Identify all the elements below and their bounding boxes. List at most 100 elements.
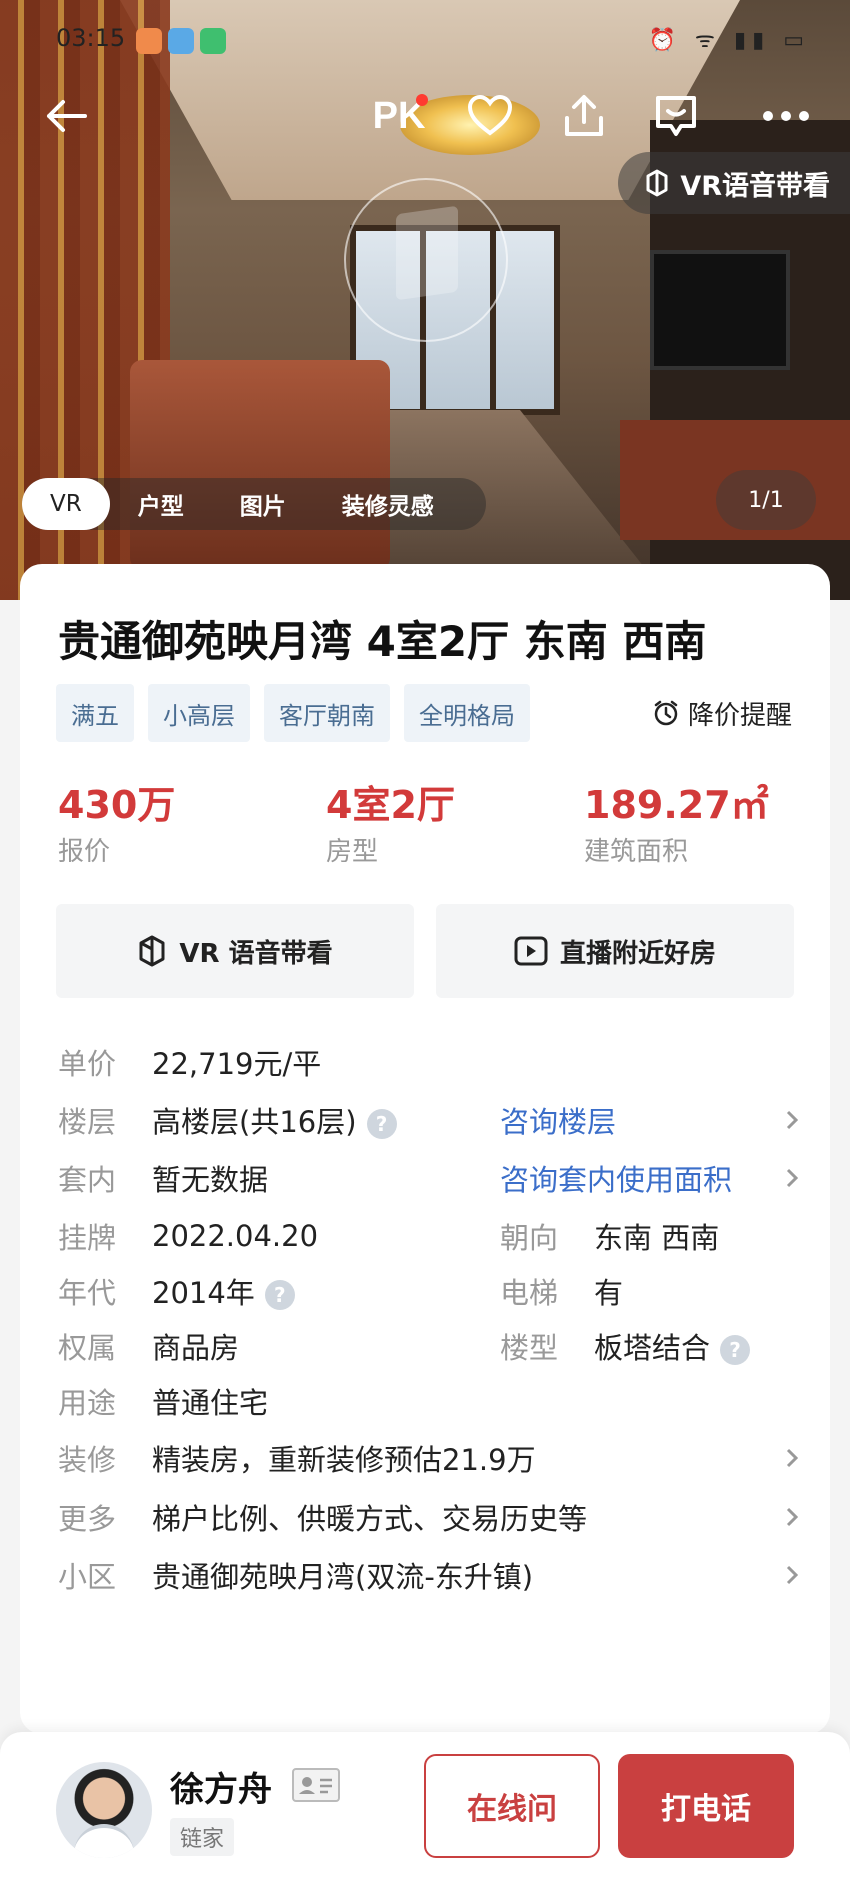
price-drop-alert-button[interactable]: 降价提醒 xyxy=(652,684,792,742)
detail-key: 电梯 xyxy=(500,1276,559,1310)
area-label: 建筑面积 xyxy=(584,837,689,867)
detail-value: 板塔结合? xyxy=(594,1325,751,1367)
detail-value: 梯户比例、供暖方式、交易历史等 xyxy=(152,1502,588,1536)
chevron-right-icon xyxy=(778,1561,806,1589)
detail-key: 装修 xyxy=(58,1443,117,1477)
tab-decoration-ideas[interactable]: 装修灵感 xyxy=(314,478,462,530)
heart-icon xyxy=(467,95,513,136)
detail-value: 有 xyxy=(594,1276,624,1310)
detail-key: 楼型 xyxy=(500,1331,559,1365)
tab-photos[interactable]: 图片 xyxy=(212,478,314,530)
share-icon xyxy=(565,95,603,136)
detail-more[interactable]: 更多 梯户比例、供暖方式、交易历史等 xyxy=(58,1489,818,1545)
chevron-right-icon xyxy=(778,1503,806,1531)
system-status-icons: ⏰ ᯤ ▮▮ ▭ xyxy=(648,28,810,53)
television xyxy=(650,250,790,370)
layout-value: 4室2厅 xyxy=(326,783,455,827)
key-stats: 430万 报价 4室2厅 房型 189.27㎡ 建筑面积 xyxy=(58,774,798,874)
detail-value: 2022.04.20 xyxy=(152,1219,319,1253)
detail-key: 套内 xyxy=(58,1163,117,1197)
vr-cube-icon xyxy=(396,205,458,301)
app-notification-icon xyxy=(136,28,162,54)
tag: 小高层 xyxy=(148,684,250,742)
pk-compare-button[interactable]: PK xyxy=(366,86,432,146)
detail-value: 贵通御苑映月湾(双流-东升镇) xyxy=(152,1560,534,1594)
detail-floor[interactable]: 楼层 高楼层(共16层)? 咨询楼层 xyxy=(58,1092,818,1148)
help-icon[interactable]: ? xyxy=(264,1280,295,1310)
agent-avatar[interactable] xyxy=(56,1762,152,1858)
detail-decoration[interactable]: 装修 精装房，重新装修预估21.9万 xyxy=(58,1430,818,1486)
favorite-button[interactable] xyxy=(462,86,518,146)
detail-value: 商品房 xyxy=(152,1331,240,1365)
vr-cube-icon xyxy=(139,935,165,967)
detail-key: 年代 xyxy=(58,1276,117,1310)
detail-key: 用途 xyxy=(58,1386,117,1420)
tag: 全明格局 xyxy=(404,684,530,742)
detail-value: 东南 西南 xyxy=(594,1221,720,1255)
app-notification-icon xyxy=(200,28,226,54)
chevron-right-icon xyxy=(778,1106,806,1134)
hero-vr-panorama[interactable]: 03:15 ⏰ ᯤ ▮▮ ▭ PK VR语音带看 VR 户型 图片 装修灵感 1… xyxy=(0,0,850,600)
app-notification-icon xyxy=(168,28,194,54)
detail-value: 22,719元/平 xyxy=(152,1047,322,1081)
floor-value: 高楼层(共16层) xyxy=(152,1105,357,1139)
price-label: 报价 xyxy=(58,837,111,867)
stat-price: 430万 报价 xyxy=(58,774,175,868)
chevron-right-icon xyxy=(778,1164,806,1192)
vr-cube-icon xyxy=(646,169,668,197)
detail-community[interactable]: 小区 贵通御苑映月湾(双流-东升镇) xyxy=(58,1547,818,1603)
help-icon[interactable]: ? xyxy=(366,1109,397,1139)
online-chat-button[interactable]: 在线问 xyxy=(424,1754,600,1858)
vr-tour-label: VR 语音带看 xyxy=(179,938,333,969)
vr-voice-guide-label: VR语音带看 xyxy=(680,170,830,202)
detail-listed: 挂牌 2022.04.20 朝向 东南 西南 xyxy=(58,1208,818,1264)
media-counter: 1/1 xyxy=(716,470,816,530)
tag: 满五 xyxy=(56,684,134,742)
action-buttons: VR 语音带看 直播附近好房 xyxy=(56,904,794,998)
more-button[interactable] xyxy=(756,86,816,146)
detail-value: 暂无数据 xyxy=(152,1163,269,1197)
help-icon[interactable]: ? xyxy=(720,1335,751,1365)
live-play-icon xyxy=(514,936,548,966)
area-value: 189.27㎡ xyxy=(584,783,769,827)
detail-year: 年代 2014年? 电梯 有 xyxy=(58,1263,818,1319)
vr-tour-button[interactable]: VR 语音带看 xyxy=(56,904,414,998)
detail-value: 2014年? xyxy=(152,1270,295,1312)
listing-title: 贵通御苑映月湾 4室2厅 东南 西南 xyxy=(58,617,707,666)
detail-value: 普通住宅 xyxy=(152,1386,269,1420)
agent-company: 链家 xyxy=(170,1818,235,1856)
year-value: 2014年 xyxy=(152,1276,255,1310)
detail-key: 小区 xyxy=(58,1560,117,1594)
agent-name: 徐方舟 xyxy=(170,1770,272,1810)
consult-inner-area-link[interactable]: 咨询套内使用面积 xyxy=(500,1157,732,1199)
detail-value: 高楼层(共16层)? xyxy=(152,1099,397,1141)
share-button[interactable] xyxy=(556,86,612,146)
layout-label: 房型 xyxy=(326,837,379,867)
back-arrow-icon xyxy=(47,100,87,132)
status-time: 03:15 xyxy=(56,24,126,52)
live-label: 直播附近好房 xyxy=(559,938,716,969)
detail-key: 单价 xyxy=(58,1047,117,1081)
live-nearby-button[interactable]: 直播附近好房 xyxy=(436,904,794,998)
tab-vr[interactable]: VR xyxy=(22,478,110,530)
back-button[interactable] xyxy=(36,86,96,146)
consult-floor-link[interactable]: 咨询楼层 xyxy=(500,1099,616,1141)
tab-floorplan[interactable]: 户型 xyxy=(110,478,212,530)
detail-inner-area[interactable]: 套内 暂无数据 咨询套内使用面积 xyxy=(58,1150,818,1206)
detail-key: 权属 xyxy=(58,1331,117,1365)
detail-usage: 用途 普通住宅 xyxy=(58,1373,818,1429)
agent-bar: 徐方舟 链家 在线问 打电话 xyxy=(0,1732,850,1889)
business-card-icon[interactable] xyxy=(292,1768,340,1802)
detail-unit-price: 单价 22,719元/平 xyxy=(58,1034,818,1090)
chat-icon xyxy=(656,96,696,136)
status-bar: 03:15 ⏰ ᯤ ▮▮ ▭ xyxy=(0,0,850,80)
detail-value: 精装房，重新装修预估21.9万 xyxy=(152,1443,536,1477)
vr-voice-guide-button[interactable]: VR语音带看 xyxy=(618,152,850,214)
price-value: 430万 xyxy=(58,783,176,827)
message-button[interactable] xyxy=(648,86,704,146)
price-alert-label: 降价提醒 xyxy=(687,700,792,731)
notification-dot xyxy=(416,94,428,106)
listing-card: 贵通御苑映月湾 4室2厅 东南 西南 满五 小高层 客厅朝南 全明格局 降价提醒… xyxy=(20,564,830,1734)
more-dots-icon xyxy=(763,111,809,121)
call-button[interactable]: 打电话 xyxy=(618,1754,794,1858)
